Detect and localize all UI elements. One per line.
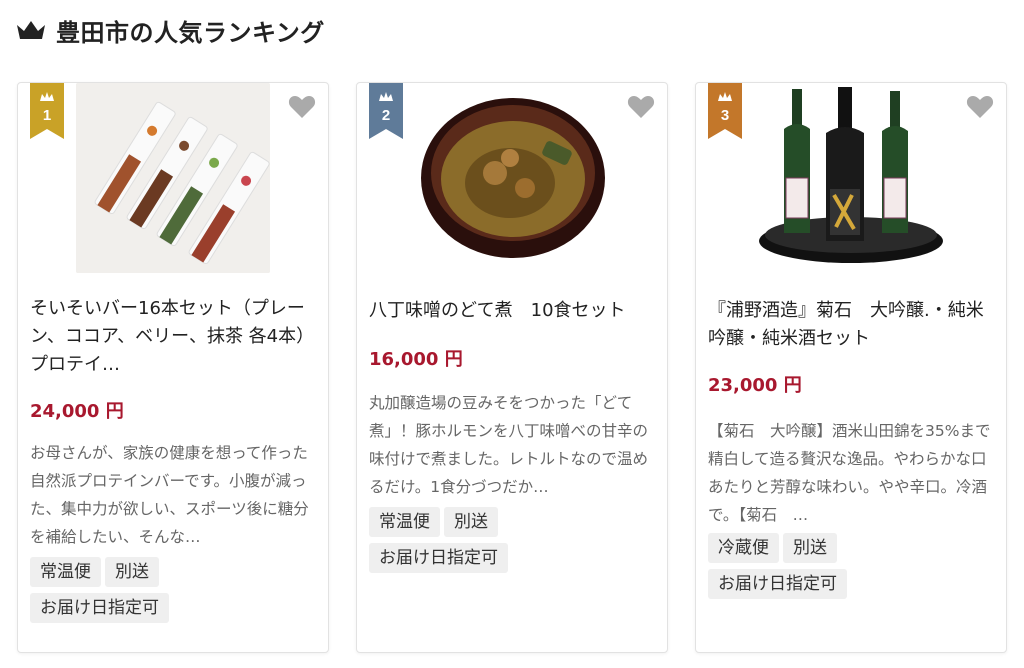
item-name[interactable]: そいそいバー16本セット（プレーン、ココア、ベリー、抹茶 各4本）プロテイ…: [30, 295, 320, 379]
favorite-heart-icon[interactable]: [288, 93, 316, 119]
item-description: 【菊石 大吟醸】酒米山田錦を35%まで精白して造る贅沢な逸品。やわらかな口あたり…: [708, 422, 991, 524]
tag-separate: 別送: [444, 507, 498, 537]
tag-separate: 別送: [105, 557, 159, 587]
product-image[interactable]: [76, 83, 270, 273]
product-image[interactable]: [754, 83, 948, 273]
item-price: 23,000 円: [708, 375, 802, 396]
item-tags: 常温便 別送 お届け日指定可: [30, 557, 320, 629]
rank-number: 3: [720, 107, 730, 124]
tag-shipping: 常温便: [30, 557, 101, 587]
favorite-heart-icon[interactable]: [627, 93, 655, 119]
ranking-card-2[interactable]: 2 八丁味噌のどて煮 10食セット 16,000 円 丸加醸造場の豆みそをつかっ…: [356, 82, 668, 653]
tag-delivery-date: お届け日指定可: [369, 543, 508, 573]
item-price: 24,000 円: [30, 401, 124, 422]
favorite-heart-icon[interactable]: [966, 93, 994, 119]
item-tags: 常温便 別送 お届け日指定可: [369, 507, 659, 579]
rank-number: 2: [381, 107, 391, 124]
item-name[interactable]: 『浦野酒造』菊石 大吟醸.・純米吟醸・純米酒セット: [708, 297, 998, 353]
item-description: 丸加醸造場の豆みそをつかった「どて煮」！豚ホルモンを八丁味噌べの甘辛の味付けで煮…: [369, 394, 649, 496]
item-description: お母さんが、家族の健康を想って作った自然派プロテインバーです。小腹が減った、集中…: [30, 444, 309, 546]
tag-delivery-date: お届け日指定可: [30, 593, 169, 623]
ranking-card-1[interactable]: 1 そいそいバー16本セット（プレーン、ココア、ベリー、抹茶 各4本）プロテイ……: [17, 82, 329, 653]
ranking-card-3[interactable]: 3 『浦野酒造』菊石 大吟醸.・純米吟醸・純米酒セット 23,000 円 【菊石…: [695, 82, 1007, 653]
tag-delivery-date: お届け日指定可: [708, 569, 847, 599]
item-name[interactable]: 八丁味噌のどて煮 10食セット: [369, 297, 659, 325]
tag-shipping: 常温便: [369, 507, 440, 537]
ranking-header: 豊田市の人気ランキング: [16, 12, 325, 48]
item-tags: 冷蔵便 別送 お届け日指定可: [708, 533, 998, 605]
rank-number: 1: [42, 107, 52, 124]
item-price: 16,000 円: [369, 349, 463, 370]
tag-shipping: 冷蔵便: [708, 533, 779, 563]
product-image[interactable]: [415, 83, 611, 273]
rank-badge: 3: [708, 83, 742, 139]
page-title: 豊田市の人気ランキング: [56, 18, 325, 47]
tag-separate: 別送: [783, 533, 837, 563]
crown-icon: [17, 21, 45, 39]
rank-badge: 1: [30, 83, 64, 139]
rank-badge: 2: [369, 83, 403, 139]
